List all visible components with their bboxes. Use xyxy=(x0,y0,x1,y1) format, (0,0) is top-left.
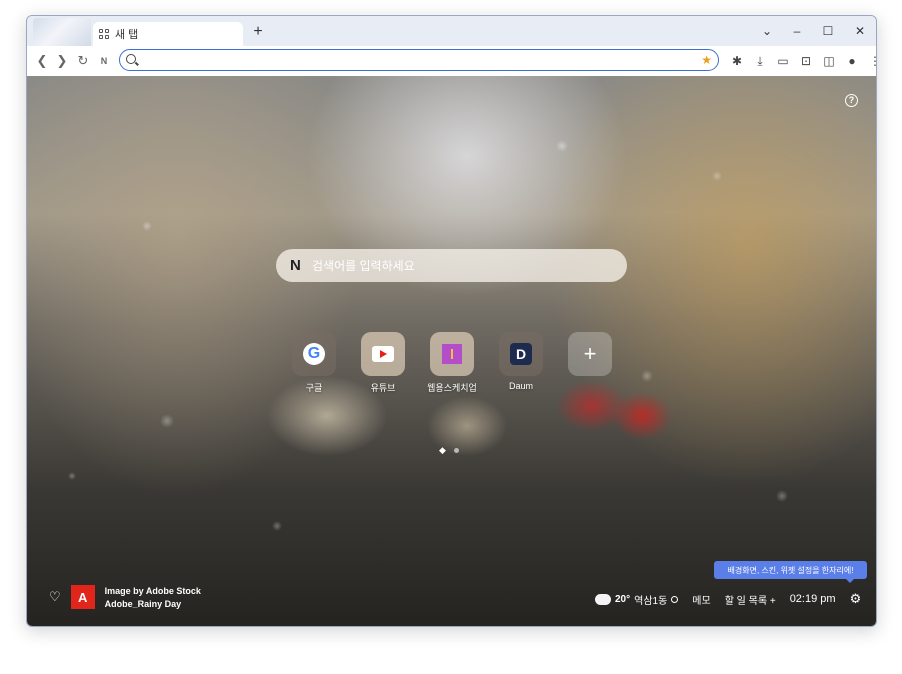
search-input[interactable]: N 검색어를 입력하세요 xyxy=(276,249,627,282)
shortcut-label: 유튜브 xyxy=(370,383,396,393)
shortcut-label: Daum xyxy=(508,381,533,391)
apps-grid-icon xyxy=(99,29,109,39)
partly-cloudy-icon xyxy=(593,590,611,605)
extensions-icon[interactable]: ✱ xyxy=(727,50,747,72)
address-bar[interactable]: ★ xyxy=(119,49,719,71)
shortcut-youtube[interactable]: 유튜브 xyxy=(361,332,405,394)
download-icon[interactable]: ⤓ xyxy=(750,50,770,72)
youtube-icon xyxy=(372,346,394,362)
memo-button[interactable]: 메모 xyxy=(692,592,710,607)
gear-icon[interactable]: ⚙ xyxy=(850,591,862,607)
widget-bar: 20° 역삼1동 메모 할 일 목록 + 02:19 pm ⚙ xyxy=(593,590,862,607)
split-view-icon[interactable]: ◫ xyxy=(819,50,839,72)
sketchup-web-icon xyxy=(442,344,462,364)
shortcut-label: 구글 xyxy=(305,383,323,393)
toolbar-actions: ✱ ⤓ ▭ ⊡ ◫ ● ⋮ xyxy=(727,50,876,72)
location: 역삼1동 xyxy=(634,595,668,607)
shortcut-daum[interactable]: D Daum xyxy=(499,332,543,394)
clock-time: 02:19 pm xyxy=(789,593,836,605)
weather-widget[interactable]: 20° 역삼1동 xyxy=(593,590,679,607)
back-button[interactable]: ❮ xyxy=(31,50,53,72)
naver-home-icon[interactable]: N xyxy=(93,50,115,72)
bookmark-star-icon[interactable]: ★ xyxy=(701,53,712,67)
credit-text: Image by Adobe Stock Adobe_Rainy Day xyxy=(105,586,201,609)
shortcut-tile xyxy=(361,332,405,376)
screenshot-icon[interactable]: ⊡ xyxy=(796,50,816,72)
credit-line-2: Adobe_Rainy Day xyxy=(104,598,182,609)
menu-kebab-icon[interactable]: ⋮ xyxy=(865,50,876,72)
maximize-button[interactable]: ☐ xyxy=(814,20,842,42)
browser-toolbar: ❮ ❯ ↻ N ★ ✱ ⤓ ▭ ⊡ ◫ ● ⋮ xyxy=(27,46,876,76)
close-button[interactable]: ✕ xyxy=(846,20,874,42)
temperature: 20° xyxy=(615,593,631,605)
shortcut-list: G 구글 유튜브 웹용스케치업 D Daum + xyxy=(292,332,612,394)
shortcut-google[interactable]: G 구글 xyxy=(292,332,336,394)
refresh-icon[interactable] xyxy=(671,595,679,603)
daum-icon: D xyxy=(510,343,532,365)
shortcut-label: 웹용스케치업 xyxy=(427,383,477,393)
todo-button[interactable]: 할 일 목록 + xyxy=(725,592,776,607)
naver-logo-icon: N xyxy=(290,256,301,274)
settings-tooltip: 배경화면, 스킨, 위젯 설정을 한자리에! xyxy=(714,561,867,583)
reload-button[interactable]: ↻ xyxy=(72,50,94,72)
shortcut-tile: G xyxy=(292,332,336,376)
credit-line-1: Image by Adobe Stock xyxy=(104,585,201,596)
avatar[interactable]: ● xyxy=(842,50,862,72)
help-icon[interactable]: ? xyxy=(845,94,858,107)
add-shortcut-button[interactable]: + xyxy=(568,332,612,394)
tab-strip-decoration xyxy=(33,18,91,46)
forward-button[interactable]: ❯ xyxy=(51,50,73,72)
tab-new-tab[interactable]: 새 탭 xyxy=(93,22,243,46)
page-indicator: ◆ xyxy=(439,445,459,456)
title-bar: 새 탭 + ⌄ – ☐ ✕ xyxy=(27,16,876,46)
video-icon[interactable]: ▭ xyxy=(773,50,793,72)
shortcut-tile xyxy=(430,332,474,376)
layers-icon[interactable]: ◆ xyxy=(439,445,446,456)
image-credit: ♡ A Image by Adobe Stock Adobe_Rainy Day xyxy=(49,585,201,609)
google-icon: G xyxy=(303,343,325,365)
browser-window: 새 탭 + ⌄ – ☐ ✕ ❮ ❯ ↻ N ★ ✱ ⤓ ▭ ⊡ ◫ ● ⋮ ? … xyxy=(26,15,877,627)
search-placeholder: 검색어를 입력하세요 xyxy=(312,259,415,273)
new-tab-page: ? N 검색어를 입력하세요 G 구글 유튜브 웹용스케치업 D Daum + … xyxy=(27,76,876,626)
tab-title: 새 탭 xyxy=(115,29,139,41)
tab-search-dropdown-button[interactable]: ⌄ xyxy=(753,20,781,42)
shortcut-sketchup-web[interactable]: 웹용스케치업 xyxy=(427,332,477,394)
minimize-button[interactable]: – xyxy=(783,20,811,42)
search-icon xyxy=(126,54,136,64)
adobe-logo-icon[interactable]: A xyxy=(70,585,95,609)
new-tab-button[interactable]: + xyxy=(249,23,267,41)
page-dot[interactable] xyxy=(453,448,459,453)
plus-icon: + xyxy=(568,332,612,376)
shortcut-tile: D xyxy=(499,332,543,376)
heart-icon[interactable]: ♡ xyxy=(49,589,61,605)
